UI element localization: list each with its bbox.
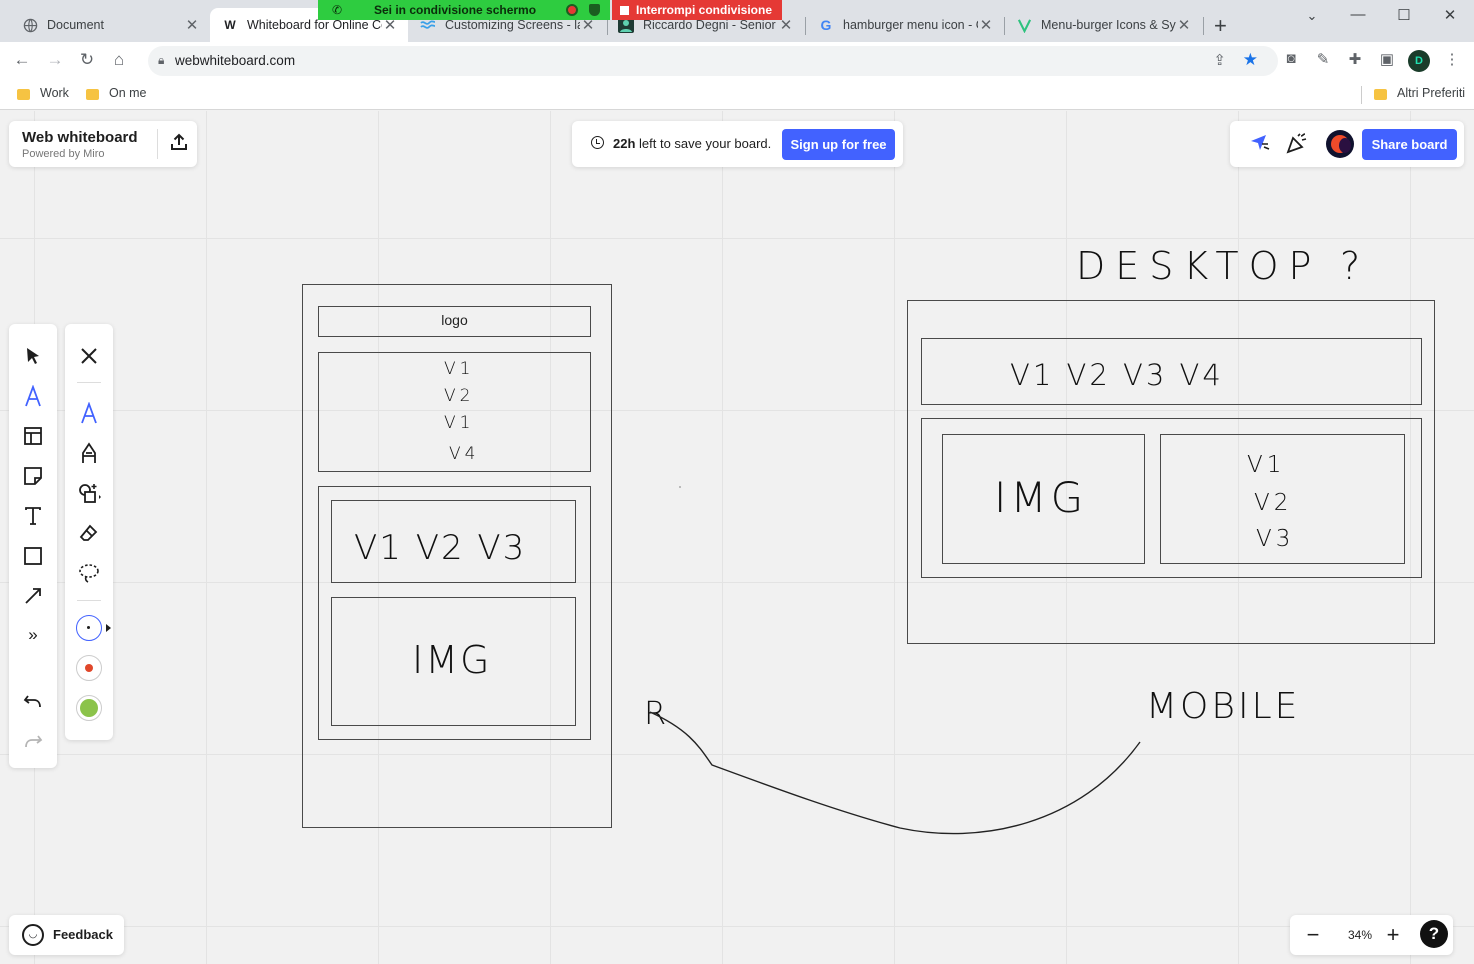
- user-avatar[interactable]: [1326, 130, 1354, 158]
- sticky-note-icon[interactable]: [9, 457, 57, 493]
- celebration-icon[interactable]: [1284, 132, 1310, 156]
- zoom-out-button[interactable]: −: [1299, 921, 1327, 949]
- save-hours: 22h: [613, 136, 636, 151]
- stroke-size-option[interactable]: [76, 615, 102, 641]
- pen-icon[interactable]: [65, 394, 113, 430]
- arrow-line-tool-icon[interactable]: [9, 577, 57, 613]
- text-tool-icon[interactable]: [9, 497, 57, 533]
- save-message-text: left to save your board.: [635, 136, 772, 151]
- highlighter-icon[interactable]: [65, 434, 113, 470]
- templates-icon[interactable]: [9, 417, 57, 453]
- clock-icon: [591, 136, 604, 149]
- app-title: Web whiteboard: [22, 129, 138, 146]
- select-cursor-icon[interactable]: [9, 337, 57, 373]
- brand-panel: Web whiteboard Powered by Miro: [9, 121, 197, 167]
- pen-tool-icon[interactable]: [9, 377, 57, 413]
- share-board-button[interactable]: Share board: [1362, 129, 1457, 160]
- smile-chat-icon: ◡: [22, 924, 44, 946]
- smart-drawing-icon[interactable]: [65, 474, 113, 510]
- export-upload-icon[interactable]: [167, 132, 191, 156]
- close-icon[interactable]: [65, 337, 113, 373]
- save-board-banner: 22h left to save your board. Sign up for…: [572, 121, 903, 167]
- color-swatch-red[interactable]: [76, 655, 102, 681]
- lasso-icon[interactable]: [65, 554, 113, 590]
- undo-icon[interactable]: [9, 682, 57, 718]
- feedback-button[interactable]: ◡ Feedback: [9, 915, 124, 955]
- app-subtitle: Powered by Miro: [22, 148, 105, 160]
- eraser-icon[interactable]: [65, 514, 113, 550]
- more-tools-icon[interactable]: »: [9, 617, 57, 653]
- save-message: 22h left to save your board.: [613, 136, 771, 151]
- main-toolbar: »: [9, 324, 57, 768]
- color-swatch-green[interactable]: [76, 695, 102, 721]
- expand-arrow-icon[interactable]: [106, 624, 111, 632]
- feedback-label: Feedback: [53, 927, 113, 942]
- pen-options-toolbar: [65, 324, 113, 740]
- redo-icon[interactable]: [9, 722, 57, 758]
- cursor-sparkle-icon[interactable]: [1246, 132, 1272, 156]
- sign-up-button[interactable]: Sign up for free: [782, 129, 895, 160]
- rectangle-tool-icon[interactable]: [9, 537, 57, 573]
- zoom-in-button[interactable]: +: [1379, 921, 1407, 949]
- zoom-level[interactable]: 34%: [1340, 928, 1380, 942]
- share-panel: Share board: [1230, 121, 1464, 167]
- help-button[interactable]: ?: [1420, 920, 1448, 948]
